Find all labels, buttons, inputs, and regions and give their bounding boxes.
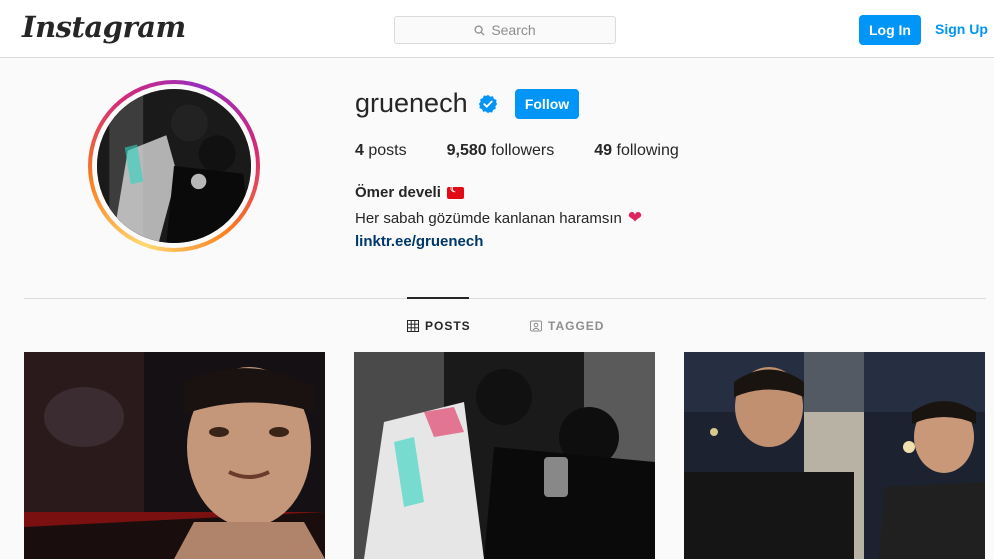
verified-badge-icon bbox=[478, 94, 497, 113]
posts-label: posts bbox=[368, 142, 407, 159]
posts-stat: 4 posts bbox=[355, 142, 407, 160]
search-placeholder: Search bbox=[491, 22, 536, 38]
bio-link[interactable]: linktr.ee/gruenech bbox=[355, 233, 483, 250]
red-heart-icon: ❤ bbox=[627, 208, 643, 227]
turkey-flag-icon bbox=[446, 184, 464, 199]
search-input[interactable]: Search bbox=[394, 16, 616, 44]
post-thumbnail[interactable] bbox=[684, 352, 985, 559]
follow-button[interactable]: Follow bbox=[515, 89, 579, 119]
instagram-logo[interactable]: Instagram bbox=[22, 10, 186, 44]
post-thumbnail[interactable] bbox=[24, 352, 325, 559]
full-name: Ömer develi bbox=[355, 184, 441, 201]
tab-tagged-label: TAGGED bbox=[548, 319, 605, 333]
tagged-icon bbox=[530, 320, 542, 332]
full-name-row: Ömer develi bbox=[355, 184, 464, 201]
username-row: gruenech bbox=[355, 88, 498, 119]
following-stat[interactable]: 49 following bbox=[594, 142, 679, 160]
followers-stat[interactable]: 9,580 followers bbox=[447, 142, 555, 160]
profile-stats: 4 posts 9,580 followers 49 following bbox=[355, 142, 719, 160]
avatar bbox=[97, 89, 251, 243]
grid-icon bbox=[407, 320, 419, 332]
posts-count: 4 bbox=[355, 142, 364, 159]
signup-link[interactable]: Sign Up bbox=[935, 21, 988, 37]
login-button[interactable]: Log In bbox=[859, 15, 921, 45]
followers-count: 9,580 bbox=[446, 142, 487, 159]
post-thumbnail[interactable] bbox=[354, 352, 655, 559]
tab-posts-label: POSTS bbox=[425, 319, 471, 333]
active-tab-indicator bbox=[407, 297, 469, 299]
following-count: 49 bbox=[594, 142, 613, 159]
bio-row: Her sabah gözümde kanlanan haramsın ❤ bbox=[355, 208, 642, 228]
top-navbar: Instagram Search Log In Sign Up bbox=[0, 0, 994, 58]
following-label: following bbox=[616, 142, 679, 159]
followers-label: followers bbox=[491, 142, 555, 159]
tab-posts[interactable]: POSTS bbox=[407, 319, 471, 333]
search-icon bbox=[474, 24, 485, 36]
profile-username: gruenech bbox=[355, 88, 468, 118]
bio-text: Her sabah gözümde kanlanan haramsın bbox=[355, 209, 622, 227]
tabs-divider bbox=[24, 298, 986, 299]
tab-tagged[interactable]: TAGGED bbox=[530, 319, 604, 333]
profile-avatar-story-ring[interactable] bbox=[88, 80, 260, 252]
